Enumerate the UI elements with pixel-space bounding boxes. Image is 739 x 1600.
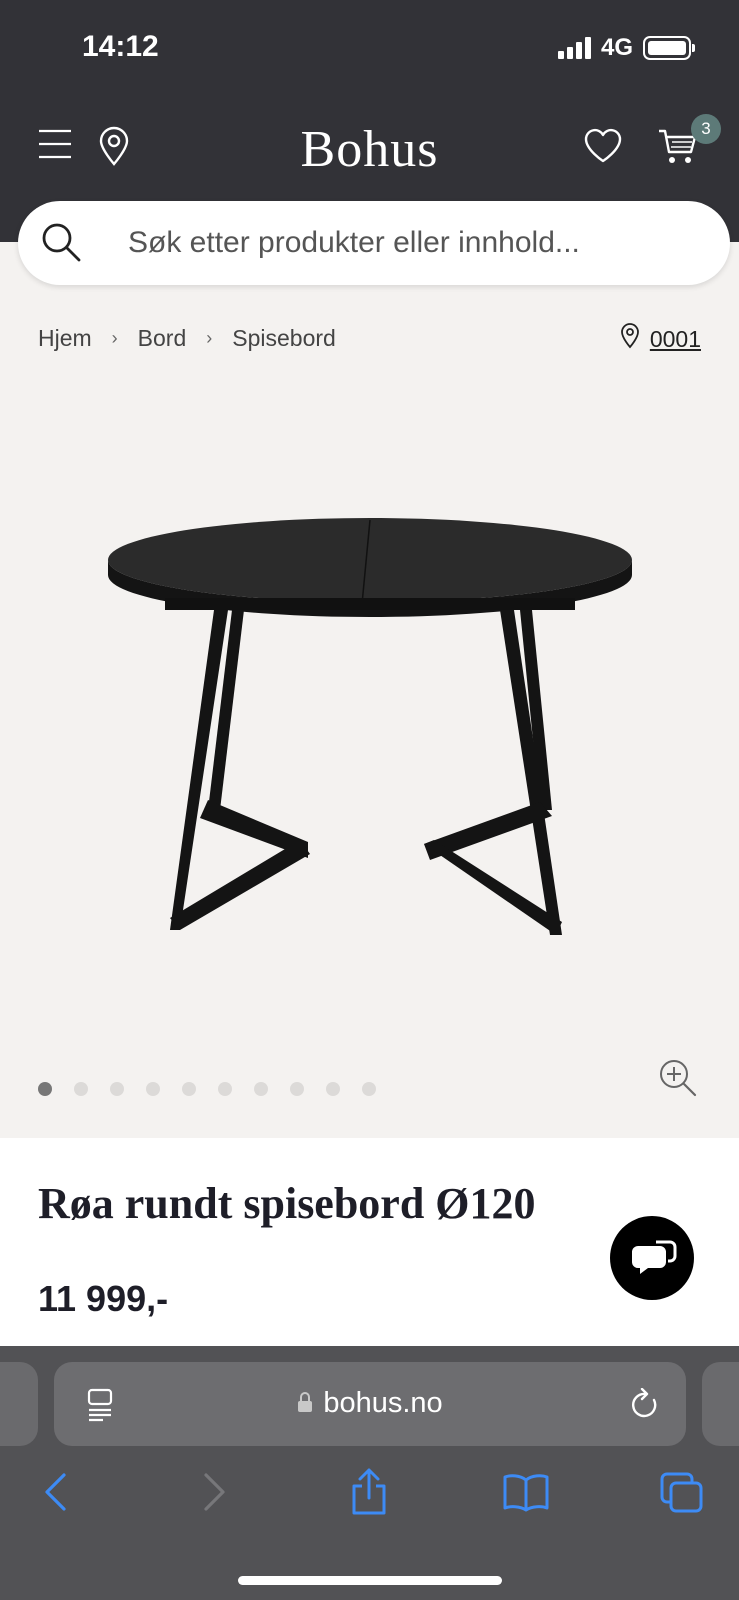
search-icon bbox=[40, 221, 82, 268]
store-label[interactable]: 0001 bbox=[650, 326, 701, 353]
reload-icon[interactable] bbox=[630, 1387, 660, 1425]
search-bar[interactable] bbox=[18, 201, 730, 285]
carousel-dot[interactable] bbox=[182, 1082, 196, 1096]
browser-chrome: bohus.no bbox=[0, 1346, 739, 1600]
carousel-dot[interactable] bbox=[218, 1082, 232, 1096]
carousel-dot[interactable] bbox=[362, 1082, 376, 1096]
product-price: 11 999,- bbox=[38, 1278, 169, 1319]
carousel-dot[interactable] bbox=[290, 1082, 304, 1096]
battery-icon bbox=[643, 36, 695, 60]
carousel-dot[interactable] bbox=[326, 1082, 340, 1096]
carousel-dot[interactable] bbox=[254, 1082, 268, 1096]
url-text: bohus.no bbox=[323, 1387, 443, 1419]
carousel-dot[interactable] bbox=[74, 1082, 88, 1096]
product-image[interactable] bbox=[0, 370, 739, 1060]
url-display[interactable]: bohus.no bbox=[54, 1387, 686, 1421]
share-icon[interactable] bbox=[349, 1466, 389, 1521]
breadcrumb-item-spisebord[interactable]: Spisebord bbox=[232, 325, 336, 352]
carousel-dot[interactable] bbox=[146, 1082, 160, 1096]
network-type: 4G bbox=[600, 34, 633, 61]
home-indicator[interactable] bbox=[238, 1576, 502, 1585]
status-bar: 14:12 4G bbox=[0, 0, 739, 100]
image-carousel-dots bbox=[38, 1082, 376, 1096]
breadcrumb-separator: › bbox=[111, 328, 118, 348]
breadcrumb-item-hjem[interactable]: Hjem bbox=[38, 325, 92, 352]
chat-icon bbox=[632, 1240, 677, 1274]
heart-icon[interactable] bbox=[583, 128, 623, 169]
cart-count-badge: 3 bbox=[691, 114, 721, 144]
back-icon[interactable] bbox=[42, 1472, 68, 1517]
next-tab[interactable] bbox=[702, 1362, 739, 1446]
product-title: Røa rundt spisebord Ø120 bbox=[38, 1179, 536, 1228]
tabs-icon[interactable] bbox=[660, 1472, 704, 1519]
status-indicators: 4G bbox=[557, 34, 695, 62]
carousel-dot[interactable] bbox=[38, 1082, 52, 1096]
breadcrumb: Hjem › Bord › Spisebord bbox=[38, 325, 336, 352]
zoom-in-icon[interactable] bbox=[658, 1058, 698, 1103]
breadcrumb-item-bord[interactable]: Bord bbox=[138, 325, 187, 352]
carousel-dot[interactable] bbox=[110, 1082, 124, 1096]
product-info: Røa rundt spisebord Ø120 11 999,- bbox=[0, 1138, 739, 1348]
lock-icon bbox=[297, 1388, 313, 1421]
signal-icon bbox=[557, 37, 591, 59]
store-selector[interactable]: 0001 bbox=[620, 323, 701, 355]
chat-button[interactable] bbox=[610, 1216, 694, 1300]
address-bar[interactable]: bohus.no bbox=[54, 1362, 686, 1446]
location-pin-icon bbox=[620, 323, 640, 355]
search-input[interactable] bbox=[128, 219, 688, 267]
forward-icon[interactable] bbox=[202, 1472, 228, 1517]
site-logo[interactable]: Bohus bbox=[0, 120, 739, 179]
bookmarks-icon[interactable] bbox=[502, 1472, 550, 1517]
status-time: 14:12 bbox=[82, 30, 159, 63]
breadcrumb-separator: › bbox=[206, 328, 213, 348]
previous-tab[interactable] bbox=[0, 1362, 38, 1446]
